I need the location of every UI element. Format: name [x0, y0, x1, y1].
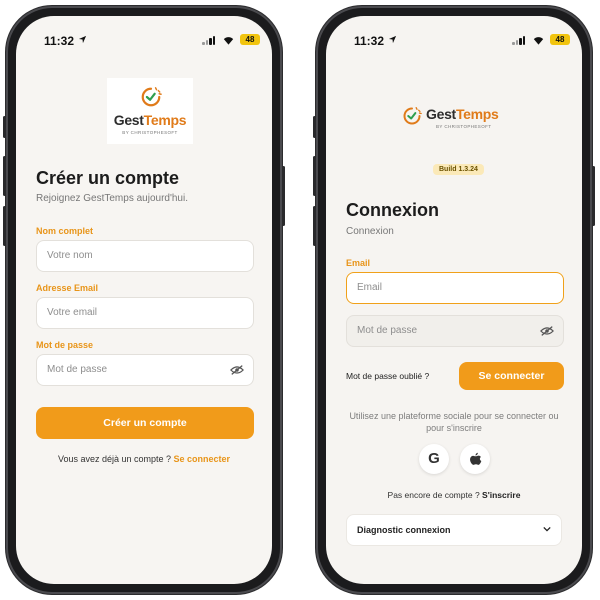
signup-screen: 11:32 48 GestTemps BY CHRISTOPHESOFT Cré…	[16, 16, 272, 584]
password-field[interactable]: Mot de passe	[346, 315, 564, 347]
phone-frame-signup: 11:32 48 GestTemps BY CHRISTOPHESOFT Cré…	[3, 6, 285, 594]
page-subtitle: Connexion	[346, 226, 394, 237]
login-button[interactable]: Se connecter	[459, 362, 564, 390]
email-label: Email	[346, 258, 371, 268]
battery-icon: 48	[550, 34, 570, 45]
apple-icon	[469, 452, 481, 465]
brand-wordmark: GestTemps	[426, 106, 499, 122]
page-title: Créer un compte	[36, 168, 180, 188]
build-badge: Build 1.3.24	[433, 164, 484, 175]
password-label: Mot de passe	[36, 340, 94, 350]
password-placeholder: Mot de passe	[357, 325, 418, 336]
brand-logo: GestTemps BY CHRISTOPHESOFT	[402, 102, 522, 134]
have-account-text: Vous avez déjà un compte ?	[57, 454, 172, 464]
clock-check-icon	[403, 107, 422, 125]
brand-wordmark: GestTemps	[107, 112, 193, 128]
power-button	[592, 166, 595, 226]
google-icon: G	[428, 450, 440, 467]
wifi-icon	[223, 37, 234, 45]
volume-up-button	[3, 156, 6, 196]
password-field[interactable]: Mot de passe	[36, 354, 254, 386]
apple-login-button[interactable]	[460, 444, 490, 474]
login-screen: 11:32 48 GestTemps BY CHRISTOPHESOFT Bui…	[326, 16, 582, 584]
brand-name-gest: Gest	[113, 112, 144, 128]
eye-slash-icon[interactable]	[230, 364, 244, 376]
name-field[interactable]: Votre nom	[36, 240, 254, 272]
volume-up-button	[313, 156, 316, 196]
brand-name-temps: Temps	[455, 106, 499, 122]
cellular-signal-icon	[512, 36, 526, 45]
volume-down-button	[313, 206, 316, 246]
brand-byline: BY CHRISTOPHESOFT	[436, 124, 492, 129]
status-time: 11:32	[354, 34, 385, 48]
email-field[interactable]: Email	[346, 272, 564, 304]
battery-icon: 48	[240, 34, 260, 45]
wifi-icon	[533, 37, 544, 45]
clock-check-icon	[141, 87, 162, 107]
email-label: Adresse Email	[36, 283, 99, 293]
location-arrow-icon	[78, 35, 87, 44]
email-placeholder: Votre email	[47, 307, 98, 318]
signup-link[interactable]: S'inscrire	[482, 490, 520, 500]
no-account-text: Pas encore de compte ?	[387, 490, 480, 500]
phone-frame-login: 11:32 48 GestTemps BY CHRISTOPHESOFT Bui…	[313, 6, 595, 594]
brand-logo: GestTemps BY CHRISTOPHESOFT	[107, 78, 193, 144]
mute-switch	[3, 116, 6, 138]
diagnostic-dropdown[interactable]: Diagnostic connexion	[346, 514, 562, 546]
mute-switch	[313, 116, 316, 138]
social-login-text: Utilisez une plateforme sociale pour se …	[349, 411, 559, 433]
volume-down-button	[3, 206, 6, 246]
brand-name-gest: Gest	[426, 106, 456, 122]
login-link[interactable]: Se connecter	[174, 454, 231, 464]
name-label: Nom complet	[36, 226, 94, 236]
email-placeholder: Email	[357, 282, 383, 293]
brand-name-temps: Temps	[143, 112, 187, 128]
page-subtitle: Rejoignez GestTemps aujourd'hui.	[36, 193, 188, 204]
page-title: Connexion	[346, 200, 439, 220]
email-field[interactable]: Votre email	[36, 297, 254, 329]
status-time: 11:32	[44, 34, 75, 48]
name-placeholder: Votre nom	[47, 250, 93, 261]
status-bar: 11:32 48	[326, 16, 582, 52]
eye-slash-icon[interactable]	[540, 325, 554, 337]
diagnostic-label: Diagnostic connexion	[357, 525, 451, 535]
create-account-button[interactable]: Créer un compte	[36, 407, 254, 439]
location-arrow-icon	[388, 35, 397, 44]
chevron-down-icon	[543, 526, 551, 532]
cellular-signal-icon	[202, 36, 216, 45]
signup-prompt: Pas encore de compte ? S'inscrire	[326, 490, 582, 500]
password-placeholder: Mot de passe	[47, 364, 108, 375]
power-button	[282, 166, 285, 226]
status-bar: 11:32 48	[16, 16, 272, 52]
forgot-password-link[interactable]: Mot de passe oublié ?	[346, 371, 429, 381]
brand-byline: BY CHRISTOPHESOFT	[122, 130, 178, 135]
login-prompt: Vous avez déjà un compte ? Se connecter	[16, 454, 272, 464]
google-login-button[interactable]: G	[419, 444, 449, 474]
